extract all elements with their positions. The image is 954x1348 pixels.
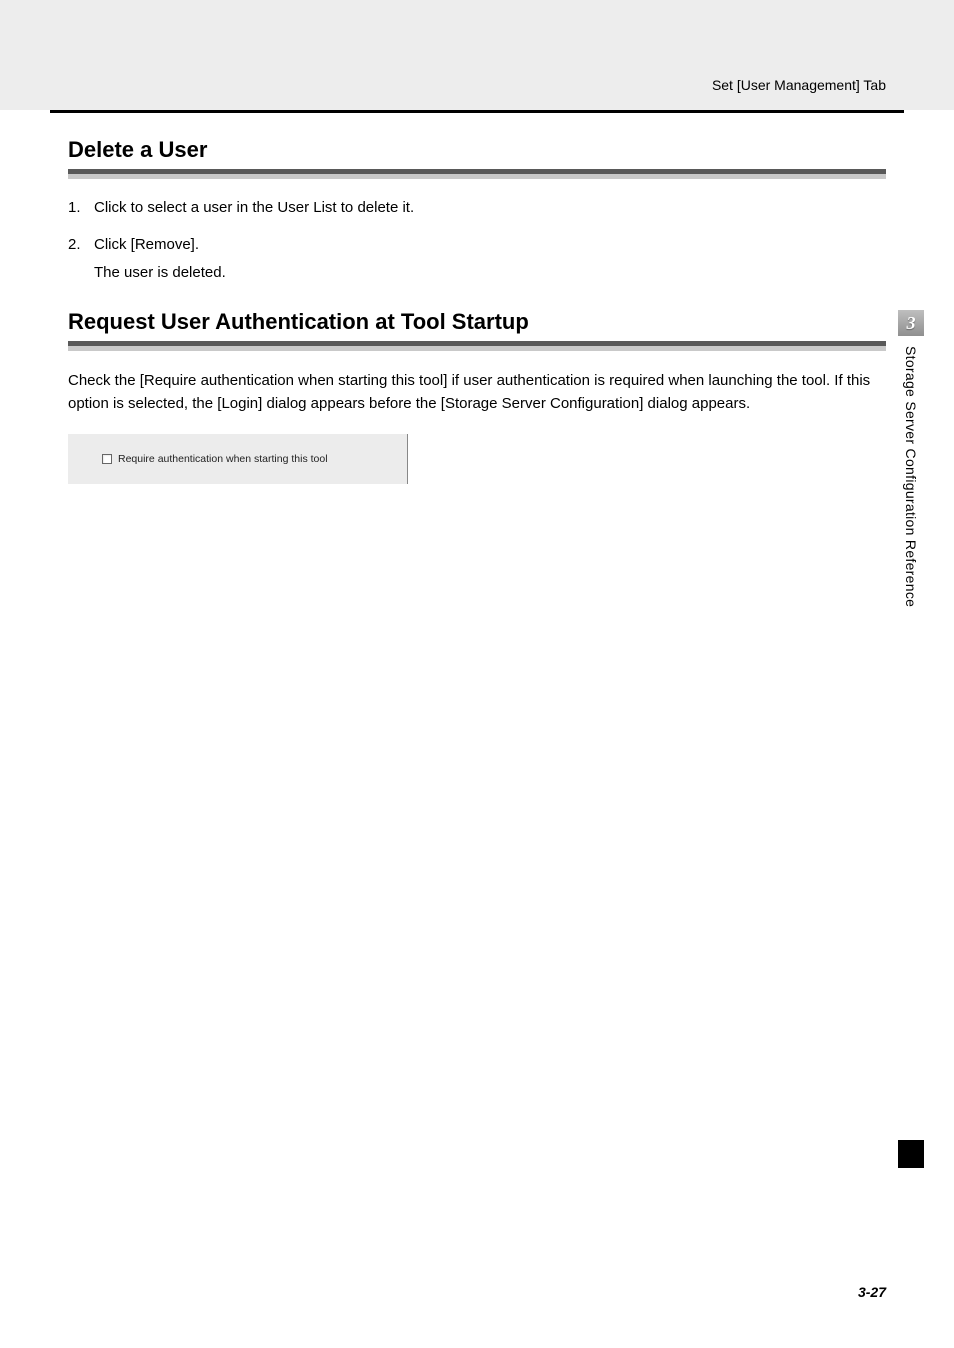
step-number: 1. (68, 197, 94, 220)
side-black-bar (898, 1140, 924, 1168)
checkbox-screenshot: Require authentication when starting thi… (68, 434, 408, 484)
main-content: Delete a User 1. Click to select a user … (0, 137, 954, 484)
header-rule (50, 110, 904, 113)
page-header-area: Set [User Management] Tab (0, 0, 954, 110)
section-title-request-auth: Request User Authentication at Tool Star… (68, 309, 886, 335)
section-rule (68, 341, 886, 351)
step-number: 2. (68, 234, 94, 257)
step-1: 1. Click to select a user in the User Li… (68, 197, 886, 220)
header-right-text: Set [User Management] Tab (712, 77, 886, 93)
section-rule (68, 169, 886, 179)
page-number: 3-27 (858, 1284, 886, 1300)
step-text: Click to select a user in the User List … (94, 197, 414, 220)
chapter-number-badge: 3 (898, 310, 924, 336)
delete-user-subtext: The user is deleted. (94, 264, 886, 281)
checkbox-label: Require authentication when starting thi… (118, 453, 328, 465)
side-tab: 3 Storage Server Configuration Reference (898, 310, 924, 607)
section-title-delete-user: Delete a User (68, 137, 886, 163)
step-2: 2. Click [Remove]. (68, 234, 886, 257)
checkbox-icon (102, 454, 112, 464)
step-text: Click [Remove]. (94, 234, 199, 257)
request-auth-paragraph: Check the [Require authentication when s… (68, 369, 886, 416)
delete-user-steps: 1. Click to select a user in the User Li… (68, 197, 886, 256)
chapter-name-vertical: Storage Server Configuration Reference (903, 346, 919, 607)
